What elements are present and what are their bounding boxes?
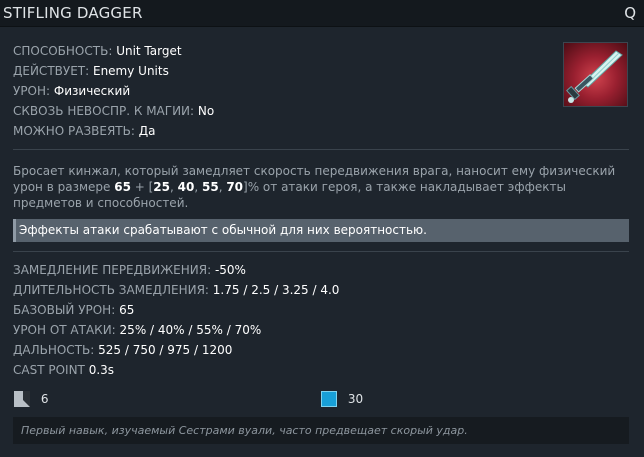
property-value: Enemy Units	[92, 64, 169, 78]
stat-label: ЗАМЕДЛЕНИЕ ПЕРЕДВИЖЕНИЯ:	[13, 263, 212, 277]
ability-title: STIFLING DAGGER	[3, 4, 143, 22]
stat-label: БАЗОВЫЙ УРОН:	[13, 303, 116, 317]
ability-hotkey: Q	[624, 4, 636, 22]
stat-row: БАЗОВЫЙ УРОН: 65	[13, 302, 339, 322]
property-row: СКВОЗЬ НЕВОСПР. К МАГИИ: No	[13, 103, 214, 123]
stat-row: CAST POINT 0.3s	[13, 362, 339, 382]
tooltip-header: STIFLING DAGGER Q	[0, 0, 644, 27]
property-value: Да	[138, 124, 156, 138]
property-value: Unit Target	[116, 44, 182, 58]
stat-value: 65	[119, 303, 135, 317]
description-level-value: 55	[201, 180, 219, 194]
description-level-value: 25	[153, 180, 170, 194]
cooldown-icon	[14, 390, 30, 407]
description-text: ,	[170, 180, 178, 194]
stifling-dagger-icon	[563, 42, 628, 107]
mana-cost-value: 30	[347, 391, 364, 406]
description-text: + [	[130, 180, 154, 194]
stat-row: ЗАМЕДЛЕНИЕ ПЕРЕДВИЖЕНИЯ: -50%	[13, 262, 339, 282]
description-text: ,	[194, 180, 202, 194]
property-row: УРОН: Физический	[13, 83, 214, 103]
property-row: ДЕЙСТВУЕТ: Enemy Units	[13, 63, 214, 83]
stat-value: -50%	[214, 263, 246, 277]
ability-lore: Первый навык, изучаемый Сестрами вуали, …	[13, 417, 629, 444]
stat-row: ДАЛЬНОСТЬ: 525 / 750 / 975 / 1200	[13, 342, 339, 362]
description-level-value: 40	[177, 180, 195, 194]
property-label: УРОН:	[13, 84, 51, 98]
property-row: МОЖНО РАЗВЕЯТЬ: Да	[13, 123, 214, 143]
stat-value: 525 / 750 / 975 / 1200	[98, 343, 233, 357]
stat-value: 0.3s	[88, 363, 115, 377]
divider	[13, 251, 629, 252]
cooldown: 6	[14, 390, 49, 407]
ability-stats: ЗАМЕДЛЕНИЕ ПЕРЕДВИЖЕНИЯ: -50% ДЛИТЕЛЬНОС…	[13, 262, 339, 382]
stat-label: ДЛИТЕЛЬНОСТЬ ЗАМЕДЛЕНИЯ:	[13, 283, 209, 297]
property-label: МОЖНО РАЗВЕЯТЬ:	[13, 124, 135, 138]
property-value: Физический	[53, 84, 131, 98]
stat-row: ДЛИТЕЛЬНОСТЬ ЗАМЕДЛЕНИЯ: 1.75 / 2.5 / 3.…	[13, 282, 339, 302]
property-label: ДЕЙСТВУЕТ:	[13, 64, 90, 78]
description-base-value: 65	[114, 180, 131, 194]
ability-description: Бросает кинжал, который замедляет скорос…	[13, 163, 625, 211]
description-level-value: 70	[226, 180, 244, 194]
stat-label: ДАЛЬНОСТЬ:	[13, 343, 95, 357]
cooldown-value: 6	[40, 391, 49, 406]
stat-value: 1.75 / 2.5 / 3.25 / 4.0	[212, 283, 340, 297]
property-label: СПОСОБНОСТЬ:	[13, 44, 113, 58]
stat-value: 25% / 40% / 55% / 70%	[119, 323, 262, 337]
mana-cost: 30	[321, 390, 364, 407]
divider	[13, 149, 629, 150]
ability-tooltip: STIFLING DAGGER Q СПОСОБНОСТЬ: Unit Targ…	[0, 0, 644, 457]
property-value: No	[197, 104, 215, 118]
property-row: СПОСОБНОСТЬ: Unit Target	[13, 43, 214, 63]
property-label: СКВОЗЬ НЕВОСПР. К МАГИИ:	[13, 104, 195, 118]
ability-note: Эффекты атаки срабатывают с обычной для …	[13, 219, 629, 242]
stat-label: УРОН ОТ АТАКИ:	[13, 323, 116, 337]
stat-label: CAST POINT	[13, 363, 85, 377]
mana-cost-icon	[321, 390, 337, 407]
ability-properties: СПОСОБНОСТЬ: Unit Target ДЕЙСТВУЕТ: Enem…	[13, 43, 214, 143]
stat-row: УРОН ОТ АТАКИ: 25% / 40% / 55% / 70%	[13, 322, 339, 342]
